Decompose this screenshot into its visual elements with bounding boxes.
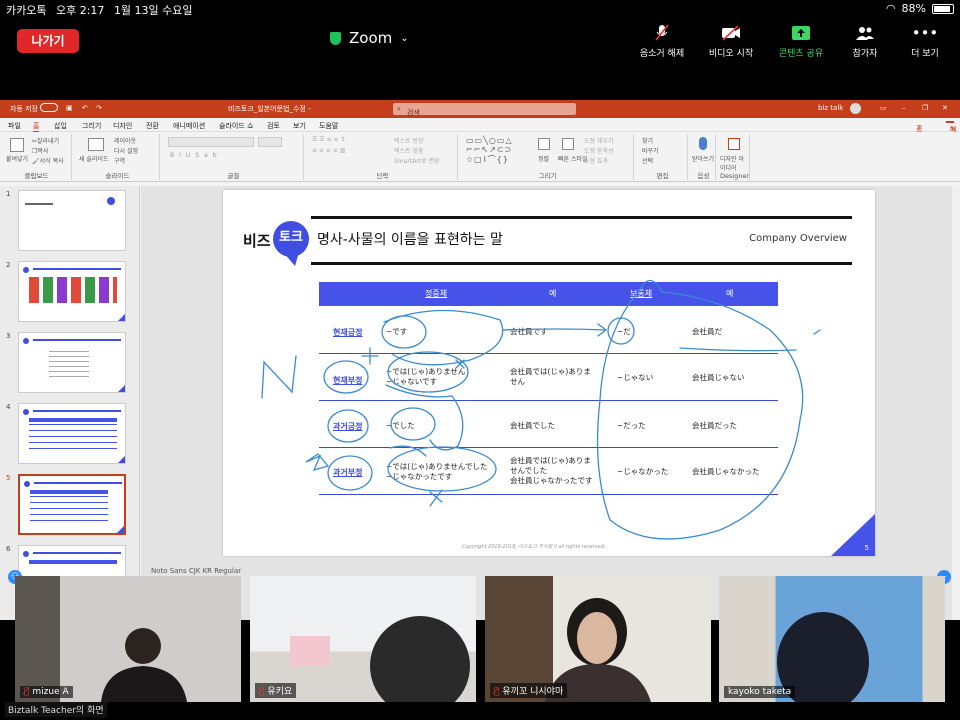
- ink-stroke: [679, 347, 797, 352]
- ink-stroke: [502, 323, 608, 337]
- participant-name: kayoko taketa: [724, 686, 796, 698]
- ink-stroke: [327, 455, 373, 491]
- mic-off-icon: 🎙̸: [259, 687, 265, 697]
- ink-stroke: [327, 409, 369, 443]
- participant-silhouette: [101, 628, 187, 702]
- ink-stroke: [813, 329, 821, 335]
- sharer-label: Biztalk Teacher의 화면: [5, 702, 107, 717]
- mic-off-icon: 🎙̸: [24, 687, 30, 697]
- ink-stroke: [389, 445, 427, 457]
- ink-stroke: [429, 489, 443, 507]
- participant-name: 🎙̸ 유키요: [255, 683, 297, 698]
- ink-stroke: [455, 359, 465, 369]
- participant-video[interactable]: 🎙̸ 유키요: [250, 576, 476, 702]
- participant-video[interactable]: kayoko taketa: [719, 576, 945, 702]
- participant-silhouette: [777, 612, 869, 702]
- ink-stroke: [607, 317, 635, 345]
- mic-off-icon: 🎙̸: [494, 687, 500, 697]
- ink-stroke: [361, 347, 379, 365]
- participant-video[interactable]: 🎙̸ mizue A: [15, 576, 241, 702]
- ink-stroke: [390, 407, 436, 441]
- ink-stroke: [305, 453, 330, 472]
- participant-name: 🎙̸ 유끼꼬 니시야마: [490, 683, 568, 698]
- ink-stroke: [261, 355, 297, 399]
- participant-video[interactable]: 🎙̸ 유끼꼬 니시야마: [485, 576, 711, 702]
- ink-stroke: [323, 360, 369, 394]
- participant-name-text: 유키요: [267, 687, 293, 697]
- participant-name-text: mizue A: [32, 687, 69, 697]
- ink-stroke: [596, 279, 804, 540]
- ink-stroke: [385, 384, 464, 451]
- participant-name-text: 유끼꼬 니시야마: [502, 687, 564, 697]
- ink-stroke: [387, 446, 497, 492]
- participant-video-strip: 🎙̸ mizue A 🎙̸ 유키요 🎙̸ 유끼꼬 니시야마 kayoko taketa…: [0, 574, 960, 720]
- participant-name: 🎙̸ mizue A: [20, 686, 73, 698]
